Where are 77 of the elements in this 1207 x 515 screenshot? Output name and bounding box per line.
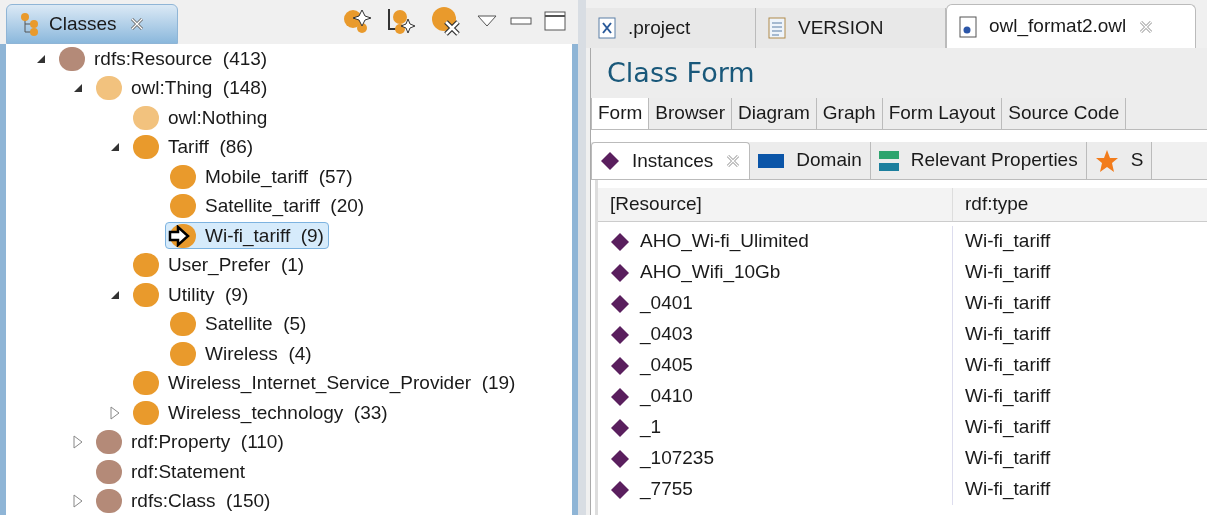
- editor-tab[interactable]: owl_format2.owl: [946, 4, 1196, 48]
- bars-icon: [878, 149, 899, 172]
- tree-item[interactable]: Wireless (4): [165, 340, 317, 368]
- table-cell-text: _107235: [640, 446, 714, 471]
- table-cell-text: _0403: [640, 322, 693, 347]
- tree-item[interactable]: Wireless_technology (33): [128, 399, 393, 427]
- classes-tab[interactable]: Classes: [6, 4, 178, 44]
- diamond-icon: [610, 479, 630, 500]
- diamond-icon: [610, 262, 630, 283]
- table-cell-text: Wi-fi_tariff: [965, 477, 1051, 502]
- column-header[interactable]: [Resource]: [598, 188, 953, 221]
- tree-item[interactable]: owl:Thing (148): [91, 74, 273, 102]
- expanded-arrow-icon[interactable]: [36, 53, 46, 64]
- table-cell-text: Wi-fi_tariff: [965, 260, 1051, 285]
- editor-tab[interactable]: VERSION: [756, 8, 946, 48]
- class-hierarchy-icon: [19, 12, 41, 36]
- tree-item[interactable]: Utility (9): [128, 281, 254, 309]
- collapsed-arrow-icon[interactable]: [73, 435, 83, 450]
- table-cell-text: Wi-fi_tariff: [965, 384, 1051, 409]
- expanded-arrow-icon[interactable]: [110, 289, 120, 300]
- tree-item[interactable]: rdfs:Class (150): [91, 487, 276, 515]
- diamond-icon: [600, 151, 620, 171]
- widget-tab[interactable]: Domain: [750, 142, 871, 179]
- widget-tab[interactable]: Instances: [591, 142, 751, 179]
- tree-item[interactable]: Wireless_Internet_Service_Provider (19): [128, 369, 521, 397]
- diamond-icon: [610, 417, 630, 438]
- tree-item[interactable]: rdf:Property (110): [91, 428, 289, 456]
- expanded-arrow-icon[interactable]: [73, 83, 83, 94]
- view-menu-icon[interactable]: [476, 14, 498, 28]
- add-class-icon[interactable]: [342, 8, 374, 34]
- diamond-icon: [610, 386, 630, 407]
- table-cell-text: Wi-fi_tariff: [965, 446, 1051, 471]
- tree-item[interactable]: Mobile_tariff (57): [165, 163, 358, 191]
- diamond-icon: [610, 448, 630, 469]
- table-cell-text: Wi-fi_tariff: [965, 415, 1051, 440]
- diamond-icon: [610, 324, 630, 345]
- table-cell-text: _0401: [640, 291, 693, 316]
- form-tab[interactable]: Form: [591, 98, 650, 129]
- rectangle-icon: [758, 153, 785, 168]
- add-subclass-icon[interactable]: [386, 7, 418, 35]
- diamond-icon: [610, 231, 630, 252]
- diamond-icon: [610, 293, 630, 314]
- tree-item[interactable]: Tariff (86): [128, 133, 259, 161]
- table-cell-text: Wi-fi_tariff: [965, 291, 1051, 316]
- owl-file-icon: [959, 15, 977, 38]
- diamond-icon: [610, 355, 630, 376]
- column-header[interactable]: rdf:type: [953, 188, 1207, 221]
- maximize-icon[interactable]: [544, 10, 566, 32]
- table-cell-text: Wi-fi_tariff: [965, 229, 1051, 254]
- editor-tab[interactable]: .project: [586, 8, 756, 48]
- table-cell-text: _0410: [640, 384, 693, 409]
- tree-item[interactable]: Satellite (5): [165, 310, 312, 338]
- xml-file-icon: [598, 17, 616, 39]
- minimize-icon[interactable]: [510, 15, 532, 27]
- tab-label: Classes: [49, 11, 117, 36]
- tree-item[interactable]: Satellite_tariff (20): [165, 192, 370, 220]
- table-cell-text: _1: [640, 415, 662, 440]
- collapsed-arrow-icon[interactable]: [110, 405, 120, 420]
- form-title: Class Form: [607, 55, 755, 90]
- star-icon: [1094, 148, 1119, 173]
- table-cell-text: AHO_Wi-fi_Ulimited: [640, 229, 809, 254]
- text-file-icon: [768, 17, 786, 39]
- tree-item[interactable]: User_Prefer (1): [128, 251, 310, 279]
- tree-item[interactable]: rdf:Statement: [91, 458, 251, 486]
- widget-tab[interactable]: Relevant Properties: [870, 142, 1087, 179]
- tree-item[interactable]: Wi-fi_tariff (9): [165, 222, 329, 250]
- widget-tab[interactable]: S: [1086, 142, 1153, 179]
- close-icon[interactable]: [128, 16, 145, 32]
- table-cell-text: Wi-fi_tariff: [965, 353, 1051, 378]
- tree-item[interactable]: owl:Nothing: [128, 104, 273, 132]
- expanded-arrow-icon[interactable]: [110, 142, 120, 153]
- collapsed-arrow-icon[interactable]: [73, 494, 83, 509]
- table-cell-text: _0405: [640, 353, 693, 378]
- table-cell-text: _7755: [640, 477, 693, 502]
- table-cell-text: Wi-fi_tariff: [965, 322, 1051, 347]
- table-cell-text: AHO_Wifi_10Gb: [640, 260, 781, 285]
- tree-item[interactable]: rdfs:Resource (413): [54, 45, 273, 73]
